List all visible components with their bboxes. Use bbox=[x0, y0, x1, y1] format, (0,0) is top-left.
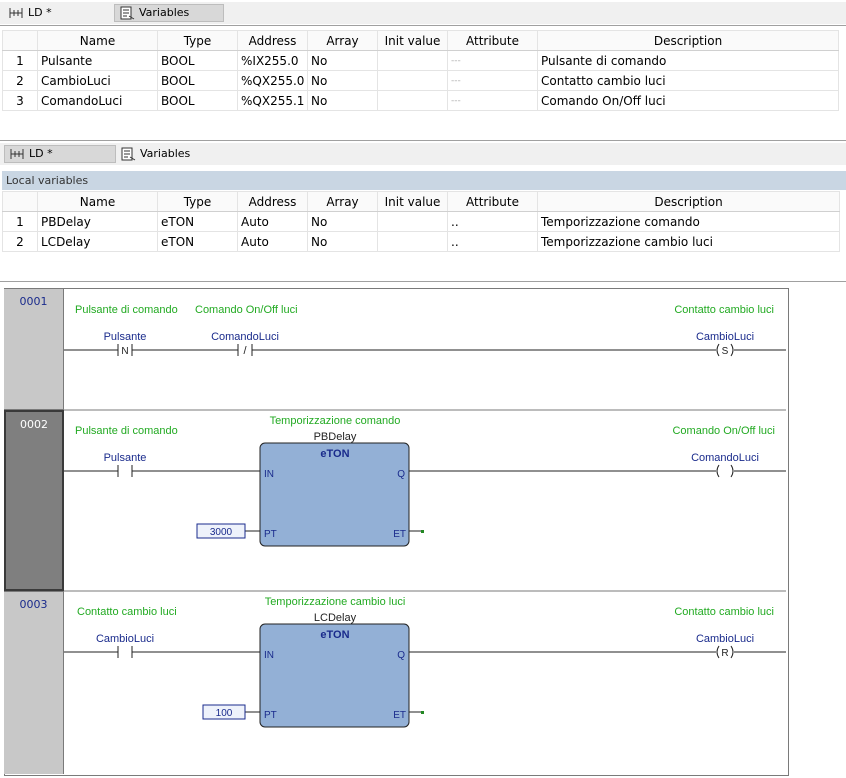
tab-ld-2[interactable]: LD * bbox=[4, 145, 116, 163]
cell-array[interactable]: No bbox=[307, 231, 378, 252]
table-row[interactable]: 1 Pulsante BOOL %IX255.0 No --- Pulsante… bbox=[2, 50, 839, 71]
tab-ld-label: LD * bbox=[28, 6, 52, 19]
cell-address[interactable]: %IX255.0 bbox=[237, 50, 308, 71]
cell-init[interactable] bbox=[377, 211, 448, 232]
cell-init[interactable] bbox=[377, 231, 448, 252]
row-number[interactable]: 1 bbox=[2, 50, 38, 71]
cell-name[interactable]: LCDelay bbox=[37, 231, 158, 252]
cell-type[interactable]: eTON bbox=[157, 231, 238, 252]
cell-description[interactable]: Contatto cambio luci bbox=[537, 70, 839, 91]
col-header-type[interactable]: Type bbox=[157, 191, 238, 212]
table-row[interactable]: 3 ComandoLuci BOOL %QX255.1 No --- Coman… bbox=[2, 90, 839, 111]
cell-init[interactable] bbox=[377, 70, 448, 91]
col-header-description[interactable]: Description bbox=[537, 191, 840, 212]
cell-type[interactable]: BOOL bbox=[157, 70, 238, 91]
divider bbox=[0, 281, 846, 282]
tab-ld[interactable]: LD * bbox=[4, 4, 52, 22]
cell-attribute[interactable]: --- bbox=[447, 90, 538, 111]
cell-name[interactable]: PBDelay bbox=[37, 211, 158, 232]
cell-array[interactable]: No bbox=[307, 211, 378, 232]
tab-variables[interactable]: Variables bbox=[114, 4, 224, 22]
divider bbox=[0, 25, 846, 26]
variables-icon bbox=[119, 6, 137, 20]
rung-number-0001[interactable]: 0001 bbox=[4, 289, 64, 410]
col-header-init[interactable]: Init value bbox=[377, 191, 448, 212]
divider bbox=[0, 140, 846, 141]
cell-attribute[interactable]: --- bbox=[447, 70, 538, 91]
cell-description[interactable]: Comando On/Off luci bbox=[537, 90, 839, 111]
col-header-init[interactable]: Init value bbox=[377, 30, 448, 51]
table-header-row: Name Type Address Array Init value Attri… bbox=[2, 30, 839, 51]
col-header bbox=[2, 191, 38, 212]
tab-ld-label: LD * bbox=[29, 147, 53, 160]
cell-address[interactable]: %QX255.0 bbox=[237, 70, 308, 91]
cell-attribute[interactable]: .. bbox=[447, 231, 538, 252]
cell-attribute[interactable]: --- bbox=[447, 50, 538, 71]
table-header-row: Name Type Address Array Init value Attri… bbox=[2, 191, 840, 212]
cell-type[interactable]: BOOL bbox=[157, 50, 238, 71]
rung-number-0002[interactable]: 0002 bbox=[4, 410, 64, 591]
col-header-description[interactable]: Description bbox=[537, 30, 839, 51]
rung-number-0003[interactable]: 0003 bbox=[4, 591, 64, 774]
col-header-attribute[interactable]: Attribute bbox=[447, 191, 538, 212]
table-row[interactable]: 2 LCDelay eTON Auto No .. Temporizzazion… bbox=[2, 231, 840, 252]
ladder-editor[interactable] bbox=[4, 288, 789, 776]
table-row[interactable]: 1 PBDelay eTON Auto No .. Temporizzazion… bbox=[2, 211, 840, 232]
ladder-icon bbox=[9, 147, 27, 161]
col-header-type[interactable]: Type bbox=[157, 30, 238, 51]
cell-description[interactable]: Temporizzazione cambio luci bbox=[537, 231, 840, 252]
cell-array[interactable]: No bbox=[307, 90, 378, 111]
cell-type[interactable]: eTON bbox=[157, 211, 238, 232]
cell-init[interactable] bbox=[377, 50, 448, 71]
cell-address[interactable]: %QX255.1 bbox=[237, 90, 308, 111]
second-tab-bar: LD * Variables bbox=[0, 143, 846, 165]
cell-type[interactable]: BOOL bbox=[157, 90, 238, 111]
row-number[interactable]: 2 bbox=[2, 70, 38, 91]
cell-description[interactable]: Temporizzazione comando bbox=[537, 211, 840, 232]
top-tab-bar: LD * Variables bbox=[0, 2, 846, 24]
cell-array[interactable]: No bbox=[307, 70, 378, 91]
cell-address[interactable]: Auto bbox=[237, 211, 308, 232]
variables-icon bbox=[120, 147, 138, 161]
tab-variables-label: Variables bbox=[139, 6, 190, 19]
col-header-address[interactable]: Address bbox=[237, 30, 308, 51]
row-number[interactable]: 1 bbox=[2, 211, 38, 232]
local-variables-header: Local variables bbox=[2, 171, 846, 190]
col-header-array[interactable]: Array bbox=[307, 191, 378, 212]
cell-address[interactable]: Auto bbox=[237, 231, 308, 252]
cell-attribute[interactable]: .. bbox=[447, 211, 538, 232]
cell-init[interactable] bbox=[377, 90, 448, 111]
tab-variables-2[interactable]: Variables bbox=[116, 145, 190, 163]
ladder-icon bbox=[8, 6, 26, 20]
tab-variables-label: Variables bbox=[140, 147, 191, 160]
col-header-name[interactable]: Name bbox=[37, 30, 158, 51]
row-number[interactable]: 3 bbox=[2, 90, 38, 111]
table-row[interactable]: 2 CambioLuci BOOL %QX255.0 No --- Contat… bbox=[2, 70, 839, 91]
col-header bbox=[2, 30, 38, 51]
cell-array[interactable]: No bbox=[307, 50, 378, 71]
col-header-name[interactable]: Name bbox=[37, 191, 158, 212]
col-header-address[interactable]: Address bbox=[237, 191, 308, 212]
cell-name[interactable]: Pulsante bbox=[37, 50, 158, 71]
cell-name[interactable]: CambioLuci bbox=[37, 70, 158, 91]
col-header-array[interactable]: Array bbox=[307, 30, 378, 51]
cell-name[interactable]: ComandoLuci bbox=[37, 90, 158, 111]
cell-description[interactable]: Pulsante di comando bbox=[537, 50, 839, 71]
col-header-attribute[interactable]: Attribute bbox=[447, 30, 538, 51]
row-number[interactable]: 2 bbox=[2, 231, 38, 252]
local-variables-table: Name Type Address Array Init value Attri… bbox=[2, 191, 840, 252]
global-variables-table: Name Type Address Array Init value Attri… bbox=[2, 30, 839, 111]
